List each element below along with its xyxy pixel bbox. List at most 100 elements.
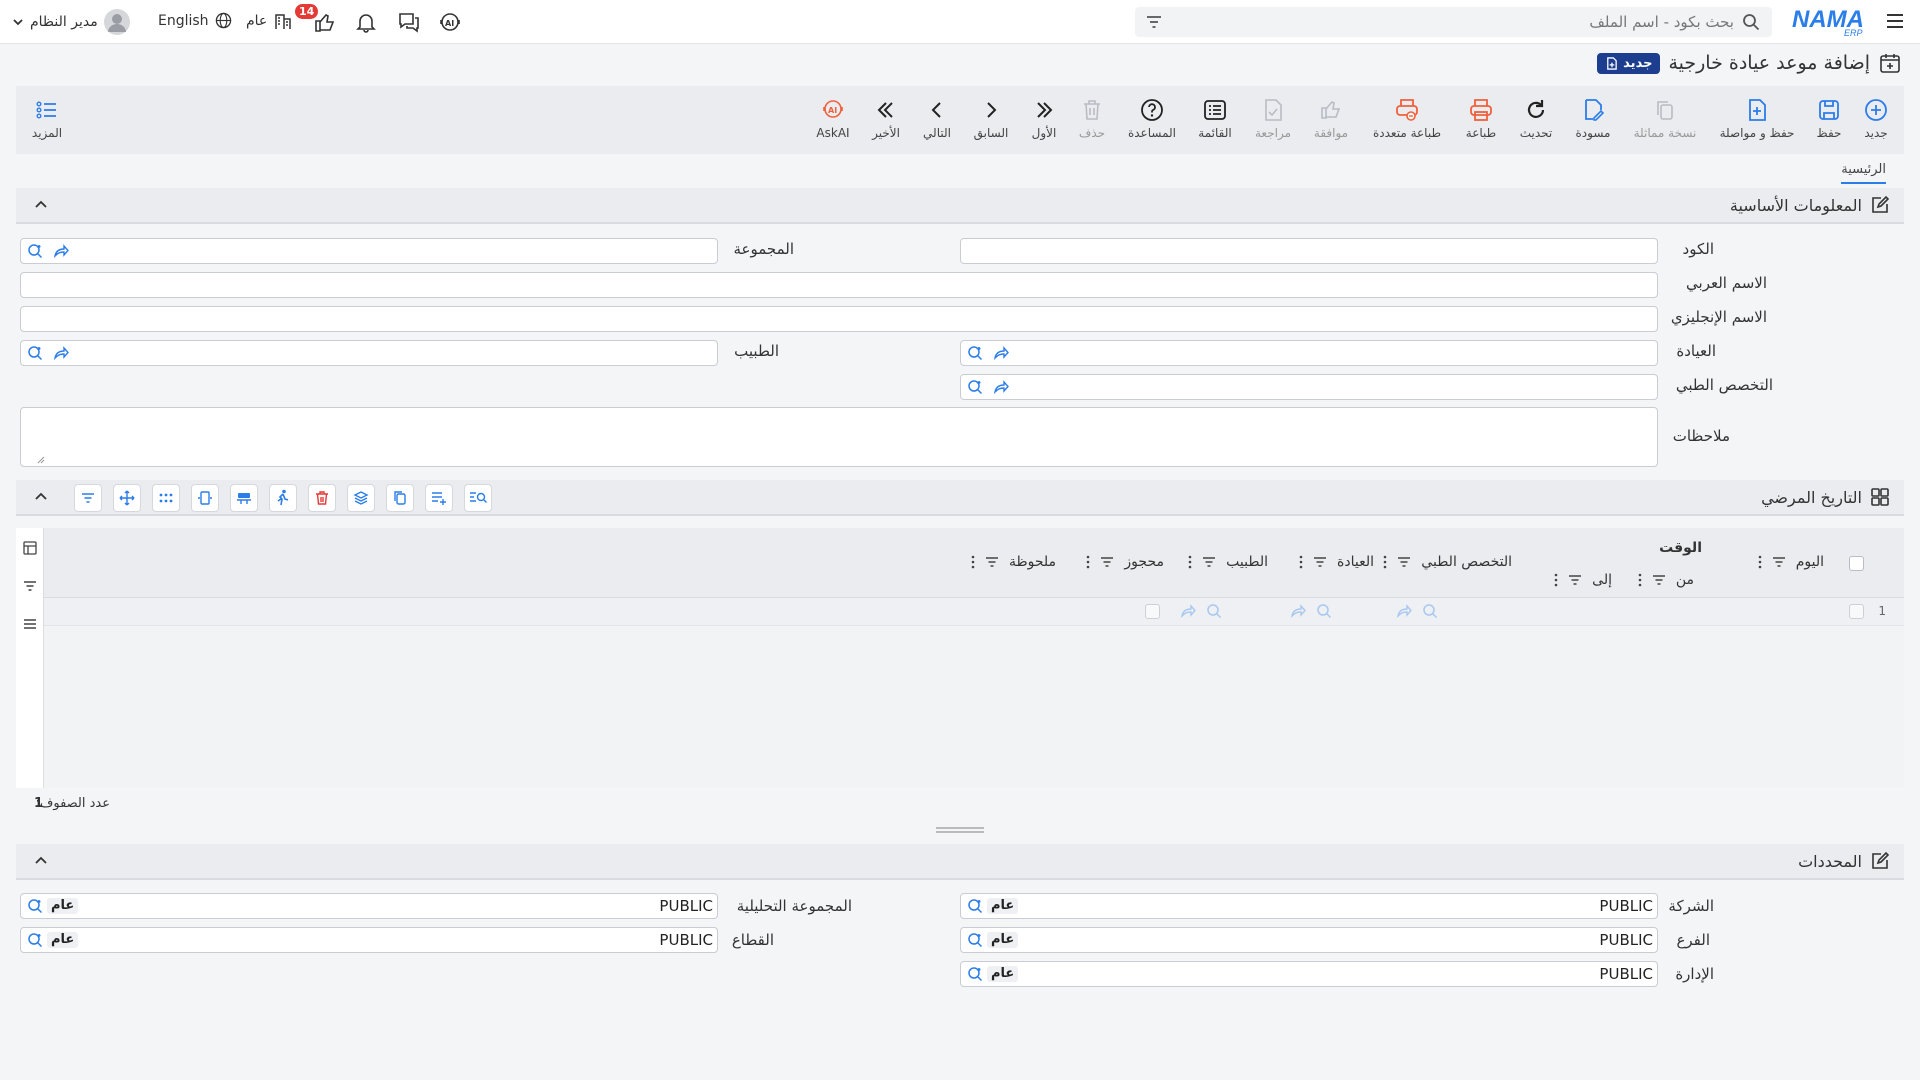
col-from[interactable]: من [1638, 572, 1694, 588]
grid-delete-button[interactable] [308, 484, 336, 512]
lookup-search-icon[interactable] [1422, 603, 1438, 619]
lookup-search-icon[interactable] [967, 966, 983, 982]
open-link-icon[interactable] [1180, 603, 1196, 619]
col-note[interactable]: ملحوظة [971, 554, 1056, 570]
list-button[interactable]: القائمة [1180, 96, 1250, 140]
col-specialty[interactable]: التخصص الطبي [1383, 554, 1512, 570]
open-link-icon[interactable] [53, 243, 69, 259]
grid-search-button[interactable] [464, 484, 492, 512]
duplicate-button[interactable]: نسخة مماثلة [1630, 96, 1700, 140]
col-reserved[interactable]: محجوز [1086, 554, 1164, 570]
lookup-search-icon[interactable] [967, 898, 983, 914]
col-doctor[interactable]: الطبيب [1188, 554, 1268, 570]
lookup-search-icon[interactable] [967, 932, 983, 948]
menu-lines-icon[interactable] [22, 616, 38, 632]
column-menu-icon[interactable] [1638, 573, 1642, 587]
search-input[interactable] [1174, 10, 1734, 34]
col-to[interactable]: إلى [1554, 572, 1612, 588]
multi-print-button[interactable]: طباعة متعددة [1372, 96, 1442, 140]
analytic-group-field[interactable]: PUBLIC عام [20, 893, 718, 919]
tab-main[interactable]: الرئيسية [1841, 162, 1886, 184]
lookup-search-icon[interactable] [27, 898, 43, 914]
filter-icon[interactable] [1772, 555, 1786, 569]
filter-icon[interactable] [1145, 13, 1163, 31]
column-menu-icon[interactable] [1383, 555, 1387, 569]
filter-icon[interactable] [22, 578, 38, 594]
select-all-checkbox[interactable] [1849, 556, 1864, 571]
group-field[interactable] [20, 238, 718, 264]
english-name-field[interactable] [20, 306, 1658, 332]
grid-split-button[interactable] [230, 484, 258, 512]
grid-dots-button[interactable] [152, 484, 180, 512]
department-field[interactable]: PUBLIC عام [960, 961, 1658, 987]
filter-icon[interactable] [1652, 573, 1666, 587]
messages-icon[interactable] [397, 11, 421, 33]
search-box[interactable] [1135, 7, 1772, 37]
lookup-search-icon[interactable] [967, 379, 983, 395]
bell-icon[interactable] [355, 11, 377, 33]
resize-handle-icon[interactable] [37, 456, 45, 464]
columns-icon[interactable] [22, 540, 38, 556]
save-continue-button[interactable]: حفظ و مواصلة [1720, 96, 1794, 140]
notes-textarea[interactable] [20, 407, 1658, 467]
filter-icon[interactable] [1568, 573, 1582, 587]
grid-move-button[interactable] [113, 484, 141, 512]
search-icon[interactable] [1742, 13, 1760, 31]
chevron-up-icon[interactable] [34, 198, 48, 212]
print-button[interactable]: طباعة [1446, 96, 1516, 140]
column-menu-icon[interactable] [1086, 555, 1090, 569]
more-button[interactable]: المزيد [12, 96, 82, 140]
filter-icon[interactable] [1100, 555, 1114, 569]
lookup-search-icon[interactable] [1206, 603, 1222, 619]
filter-icon[interactable] [985, 555, 999, 569]
col-day[interactable]: اليوم [1758, 554, 1824, 570]
branch-field[interactable]: PUBLIC عام [960, 927, 1658, 953]
grid-filter-button[interactable] [74, 484, 102, 512]
menu-icon[interactable] [1884, 10, 1906, 32]
row-checkbox[interactable] [1849, 604, 1864, 619]
open-link-icon[interactable] [1396, 603, 1412, 619]
grid-layers-button[interactable] [347, 484, 375, 512]
column-menu-icon[interactable] [1299, 555, 1303, 569]
column-menu-icon[interactable] [1554, 573, 1558, 587]
column-menu-icon[interactable] [971, 555, 975, 569]
lookup-search-icon[interactable] [27, 932, 43, 948]
scope-selector[interactable]: عام [246, 11, 293, 31]
column-menu-icon[interactable] [1188, 555, 1192, 569]
save-button[interactable]: حفظ [1794, 96, 1864, 140]
table-row[interactable]: 1 [44, 598, 1904, 626]
column-menu-icon[interactable] [1758, 555, 1762, 569]
specialty-field[interactable] [960, 374, 1658, 400]
ai-assistant-icon[interactable]: AI [438, 11, 462, 33]
clinic-field[interactable] [960, 340, 1658, 366]
open-link-icon[interactable] [993, 379, 1009, 395]
lookup-search-icon[interactable] [1316, 603, 1332, 619]
reserved-checkbox[interactable] [1145, 604, 1160, 619]
sector-field[interactable]: PUBLIC عام [20, 927, 718, 953]
grid-run-button[interactable] [269, 484, 297, 512]
resize-splitter[interactable] [936, 826, 984, 834]
doctor-field[interactable] [20, 340, 718, 366]
grid-copy-button[interactable] [386, 484, 414, 512]
language-switch[interactable]: English [158, 12, 232, 29]
askai-button[interactable]: AI AskAI [798, 96, 868, 140]
open-link-icon[interactable] [993, 345, 1009, 361]
lookup-search-icon[interactable] [967, 345, 983, 361]
arabic-name-field[interactable] [20, 272, 1658, 298]
company-field[interactable]: PUBLIC عام [960, 893, 1658, 919]
col-clinic[interactable]: العيادة [1299, 554, 1374, 570]
open-link-icon[interactable] [1290, 603, 1306, 619]
filter-icon[interactable] [1202, 555, 1216, 569]
lookup-search-icon[interactable] [27, 243, 43, 259]
user-menu[interactable]: مدير النظام [12, 9, 130, 35]
lookup-search-icon[interactable] [27, 345, 43, 361]
code-field[interactable] [960, 238, 1658, 264]
grid-fit-button[interactable] [191, 484, 219, 512]
grid-add-row-button[interactable] [425, 484, 453, 512]
filter-icon[interactable] [1313, 555, 1327, 569]
help-button[interactable]: المساعدة [1117, 96, 1187, 140]
chevron-up-icon[interactable] [34, 854, 48, 868]
filter-icon[interactable] [1397, 555, 1411, 569]
open-link-icon[interactable] [53, 345, 69, 361]
chevron-up-icon[interactable] [34, 490, 48, 504]
